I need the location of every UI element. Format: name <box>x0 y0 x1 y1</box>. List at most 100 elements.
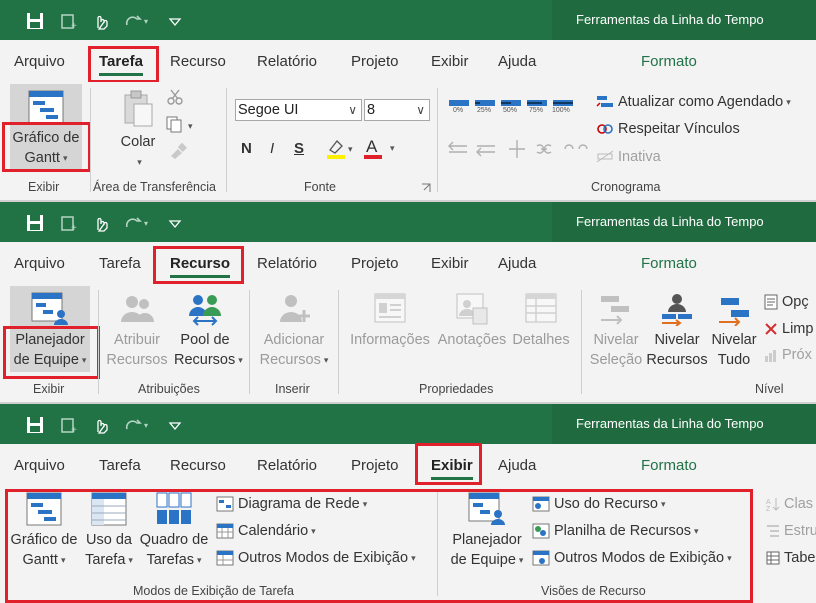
tab-arquivo[interactable]: Arquivo <box>14 53 65 70</box>
group-label-level: Nível <box>755 382 784 396</box>
underline-button[interactable]: S <box>294 140 304 157</box>
level-all-label-1: Nivelar <box>711 332 757 348</box>
notes-icon <box>456 293 488 325</box>
tab-arquivo[interactable]: Arquivo <box>14 457 65 474</box>
save-icon[interactable] <box>26 416 44 434</box>
tables-button[interactable]: Tabe <box>766 548 815 568</box>
ribbon-exibir: Gráfico de Gantt ▾ Uso da Tarefa ▾ Quadro … <box>0 486 816 603</box>
bold-button[interactable]: N <box>241 140 252 157</box>
customize-qat-icon[interactable] <box>166 12 184 30</box>
copy-icon[interactable]: ▾ <box>166 116 196 134</box>
outline-icon <box>767 525 779 537</box>
team-planner-icon <box>31 292 68 325</box>
sort-label: Clas <box>784 496 814 512</box>
progress-25: 25% <box>477 107 492 114</box>
notes-label: Anotações <box>437 332 507 348</box>
font-size-field[interactable]: 8 ∨ <box>364 99 430 121</box>
tab-formato[interactable]: Formato <box>641 457 697 474</box>
leveling-options-button[interactable]: Opç <box>764 292 809 312</box>
font-color-button[interactable]: A <box>366 137 377 157</box>
format-painter-icon[interactable] <box>168 142 188 160</box>
tab-arquivo[interactable]: Arquivo <box>14 255 65 272</box>
redo-icon[interactable]: ▾ <box>124 214 154 232</box>
dialog-launcher-icon[interactable] <box>421 183 431 193</box>
tab-recurso[interactable]: Recurso <box>170 457 226 474</box>
progress-100: 100% <box>552 107 570 114</box>
level-selection-button[interactable]: Nivelar Seleção <box>586 292 646 370</box>
tab-exibir[interactable]: Exibir <box>431 255 469 272</box>
resource-pool-button[interactable]: Pool de Recursos ▾ <box>174 292 243 370</box>
svg-text:+: + <box>71 223 77 232</box>
svg-text:A: A <box>766 499 771 506</box>
tab-tarefa[interactable]: Tarefa <box>99 457 141 474</box>
highlight-exibir-tab <box>415 443 482 485</box>
tab-projeto[interactable]: Projeto <box>351 255 399 272</box>
assign-label-1: Atribuir <box>114 332 160 348</box>
tab-tarefa[interactable]: Tarefa <box>99 255 141 272</box>
new-icon[interactable]: + <box>60 12 78 30</box>
highlight-color-icon[interactable]: ▾ <box>326 138 356 160</box>
inactivate-icon <box>596 150 614 163</box>
group-divider <box>90 88 91 192</box>
dropdown-caret-icon: ▾ <box>137 157 142 167</box>
dropdown-caret-icon: ▾ <box>238 355 243 366</box>
tab-ajuda[interactable]: Ajuda <box>498 255 536 272</box>
info-label: Informações <box>350 332 430 348</box>
group-divider <box>226 88 227 192</box>
level-selection-label-2: Seleção <box>589 352 643 368</box>
outline-button[interactable]: Estru <box>766 521 816 541</box>
svg-text:▾: ▾ <box>188 121 193 131</box>
paste-button[interactable]: Colar ▾ <box>112 90 164 172</box>
level-all-button[interactable]: Nivelar Tudo <box>706 292 762 370</box>
redo-icon[interactable]: ▾ <box>124 12 154 30</box>
tab-row: Arquivo Tarefa Recurso Relatório Projeto… <box>0 444 816 486</box>
tab-relatorio[interactable]: Relatório <box>257 53 317 70</box>
pool-label-1: Pool de <box>180 332 230 348</box>
tab-relatorio[interactable]: Relatório <box>257 457 317 474</box>
level-resources-button[interactable]: Nivelar Recursos <box>646 292 708 370</box>
tab-exibir[interactable]: Exibir <box>431 53 469 70</box>
inactivate-button[interactable]: Inativa <box>596 147 661 167</box>
clear-leveling-icon <box>765 323 777 335</box>
highlight-team-planner-button <box>3 326 100 379</box>
respect-links-button[interactable]: Respeitar Vínculos <box>596 119 740 139</box>
cut-icon[interactable] <box>166 88 184 106</box>
tab-relatorio[interactable]: Relatório <box>257 255 317 272</box>
redo-icon[interactable]: ▾ <box>124 416 154 434</box>
tab-projeto[interactable]: Projeto <box>351 457 399 474</box>
leveling-options-icon <box>764 294 778 310</box>
update-as-scheduled-button[interactable]: Atualizar como Agendado ▾ <box>596 92 791 112</box>
group-label-assignments: Atribuições <box>138 382 200 396</box>
tab-formato[interactable]: Formato <box>641 53 697 70</box>
touch-mode-icon[interactable] <box>92 416 110 434</box>
respect-links-label: Respeitar Vínculos <box>618 121 740 137</box>
information-button[interactable]: Informações <box>346 292 434 350</box>
group-divider <box>581 290 582 394</box>
save-icon[interactable] <box>26 214 44 232</box>
font-name-field[interactable]: Segoe UI ∨ <box>235 99 362 121</box>
assign-resources-button[interactable]: Atribuir Recursos <box>104 292 170 370</box>
tab-ajuda[interactable]: Ajuda <box>498 457 536 474</box>
save-icon[interactable] <box>26 12 44 30</box>
tab-recurso[interactable]: Recurso <box>170 53 226 70</box>
touch-mode-icon[interactable] <box>92 214 110 232</box>
tab-ajuda[interactable]: Ajuda <box>498 53 536 70</box>
svg-text:▾: ▾ <box>348 144 353 154</box>
tab-projeto[interactable]: Projeto <box>351 53 399 70</box>
sort-button[interactable]: A Z Clas <box>766 494 813 514</box>
touch-mode-icon[interactable] <box>92 12 110 30</box>
customize-qat-icon[interactable] <box>166 416 184 434</box>
customize-qat-icon[interactable] <box>166 214 184 232</box>
dropdown-caret-icon: ▾ <box>786 97 791 108</box>
italic-button[interactable]: I <box>270 140 274 157</box>
notes-button[interactable]: Anotações <box>434 292 510 350</box>
next-overallocation-icon <box>765 350 776 363</box>
new-icon[interactable]: + <box>60 416 78 434</box>
ribbon-panel-tarefa: + ▾ Ferramentas da Linha do Tempo Arquiv… <box>0 0 816 200</box>
tab-formato[interactable]: Formato <box>641 255 697 272</box>
next-overallocation-button[interactable]: Próx <box>764 345 812 365</box>
clear-leveling-button[interactable]: Limp <box>764 319 813 339</box>
add-resources-button[interactable]: Adicionar Recursos ▾ <box>256 292 332 370</box>
details-button[interactable]: Detalhes <box>508 292 574 350</box>
new-icon[interactable]: + <box>60 214 78 232</box>
